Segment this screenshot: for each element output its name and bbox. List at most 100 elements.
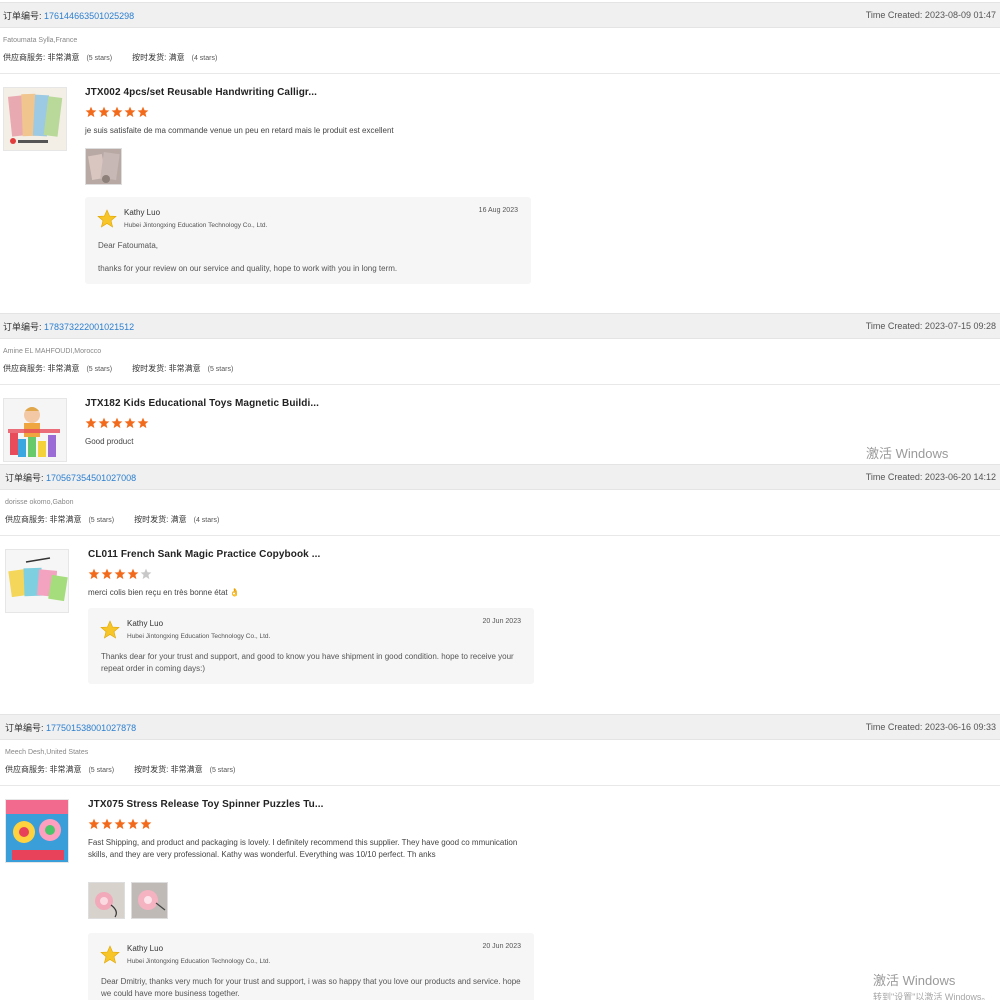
star-filled-icon [111, 417, 123, 429]
star-filled-icon [85, 106, 97, 118]
star-filled-icon [124, 106, 136, 118]
product-title[interactable]: JTX002 4pcs/set Reusable Handwriting Cal… [85, 87, 317, 98]
ratings-row: 供应商服务: 非常满意 (5 stars) 按时发货: 非常满意 (5 star… [5, 764, 1000, 775]
order-number-link[interactable]: 177501538001027878 [46, 723, 136, 733]
product-rating-stars [85, 417, 149, 429]
product-thumbnail[interactable] [3, 87, 67, 151]
order-number-link[interactable]: 178373222001021512 [44, 322, 134, 332]
rating-value: 满意 [170, 515, 187, 524]
reply-author: Kathy Luo [127, 944, 164, 953]
star-empty-icon [140, 568, 152, 580]
rating-label: 供应商服务: [3, 53, 46, 62]
star-filled-icon [127, 818, 139, 830]
order-card: 订单编号: 178373222001021512 Time Created: 2… [0, 313, 1000, 467]
buyer-name: dorisse okomo,Gabon [5, 499, 74, 506]
order-header: 订单编号: 178373222001021512 Time Created: 2… [0, 313, 1000, 339]
time-created: Time Created: 2023-06-16 09:33 [865, 722, 996, 732]
reply-company: Hubei Jintongxing Education Technology C… [127, 633, 271, 640]
star-filled-icon [101, 568, 113, 580]
on-time-delivery-rating: 按时发货: 非常满意 (5 stars) [132, 363, 233, 374]
on-time-delivery-rating: 按时发货: 满意 (4 stars) [134, 514, 219, 525]
product-thumbnail[interactable] [5, 799, 69, 863]
reply-date: 16 Aug 2023 [478, 207, 518, 214]
review-comment: merci colis bien reçu en très bonne état… [88, 588, 240, 597]
supplier-service-rating: 供应商服务: 非常满意 (5 stars) [3, 52, 112, 63]
rating-stars-text: (5 stars) [209, 767, 236, 774]
rating-value: 非常满意 [168, 364, 201, 373]
supplier-reply: Kathy Luo Hubei Jintongxing Education Te… [88, 933, 534, 1000]
product-title[interactable]: CL011 French Sank Magic Practice Copyboo… [88, 549, 320, 560]
watermark-title: 激活 Windows [873, 973, 956, 988]
supplier-service-rating: 供应商服务: 非常满意 (5 stars) [3, 363, 112, 374]
buyer-info: dorisse okomo,Gabon 供应商服务: 非常满意 (5 stars… [0, 490, 1000, 536]
order-no-label: 订单编号: [3, 10, 42, 21]
star-filled-icon [114, 568, 126, 580]
watermark-subtitle: 转到"设置"以激活 Windows。 [866, 463, 983, 465]
rating-label: 供应商服务: [3, 364, 46, 373]
rating-stars-text: (5 stars) [207, 366, 234, 373]
rating-value: 非常满意 [170, 765, 203, 774]
watermark-subtitle: 转到"设置"以激活 Windows。 [873, 992, 991, 1000]
review-photo[interactable] [88, 882, 125, 919]
rating-label: 按时发货: [132, 53, 167, 62]
rating-value: 非常满意 [49, 515, 82, 524]
time-created: Time Created: 2023-06-20 14:12 [865, 472, 996, 482]
reply-date: 20 Jun 2023 [482, 618, 521, 625]
buyer-info: Meech Desh,United States 供应商服务: 非常满意 (5 … [0, 740, 1000, 786]
watermark-title: 激活 Windows [866, 446, 949, 461]
order-no-label: 订单编号: [5, 722, 44, 733]
product-title[interactable]: JTX182 Kids Educational Toys Magnetic Bu… [85, 398, 319, 409]
supplier-reply: Kathy Luo Hubei Jintongxing Education Te… [85, 197, 531, 284]
star-filled-icon [88, 568, 100, 580]
supplier-service-rating: 供应商服务: 非常满意 (5 stars) [5, 514, 114, 525]
reply-greeting: Dear Fatoumata, [98, 241, 159, 250]
windows-activation-watermark: 激活 Windows 转到"设置"以激活 Windows。 [873, 970, 990, 1000]
reply-text: thanks for your review on our service an… [98, 264, 398, 273]
review-photo[interactable] [85, 148, 122, 185]
review-comment: Fast Shipping, and product and packaging… [88, 838, 518, 859]
product-title[interactable]: JTX075 Stress Release Toy Spinner Puzzle… [88, 799, 324, 810]
reply-company: Hubei Jintongxing Education Technology C… [127, 958, 271, 965]
on-time-delivery-rating: 按时发货: 非常满意 (5 stars) [134, 764, 235, 775]
star-filled-icon [114, 818, 126, 830]
star-filled-icon [85, 417, 97, 429]
reply-author: Kathy Luo [127, 619, 164, 628]
rating-value: 满意 [168, 53, 185, 62]
rating-label: 按时发货: [134, 515, 169, 524]
rating-stars-text: (5 stars) [88, 517, 115, 524]
buyer-info: Fatoumata Sylla,France 供应商服务: 非常满意 (5 st… [0, 28, 1000, 74]
product-rating-stars [85, 106, 149, 118]
buyer-name: Amine EL MAHFOUDI,Morocco [3, 348, 102, 355]
order-number-link[interactable]: 176144663501025298 [44, 11, 134, 21]
order-no-label: 订单编号: [5, 472, 44, 483]
review-photo[interactable] [131, 882, 168, 919]
star-filled-icon [101, 818, 113, 830]
rating-value: 非常满意 [47, 364, 80, 373]
on-time-delivery-rating: 按时发货: 满意 (4 stars) [132, 52, 217, 63]
reply-company: Hubei Jintongxing Education Technology C… [124, 222, 268, 229]
ratings-row: 供应商服务: 非常满意 (5 stars) 按时发货: 满意 (4 stars) [3, 52, 1000, 63]
product-thumbnail[interactable] [3, 398, 67, 462]
product-rating-stars [88, 568, 152, 580]
order-number-link[interactable]: 170567354501027008 [46, 473, 136, 483]
product-thumbnail[interactable] [5, 549, 69, 613]
star-filled-icon [98, 106, 110, 118]
order-no-label: 订单编号: [3, 321, 42, 332]
review-comment: je suis satisfaite de ma commande venue … [85, 126, 394, 135]
supplier-avatar [97, 209, 117, 228]
star-filled-icon [111, 106, 123, 118]
rating-value: 非常满意 [49, 765, 82, 774]
star-filled-icon [124, 417, 136, 429]
rating-value: 非常满意 [47, 53, 80, 62]
time-created: Time Created: 2023-08-09 01:47 [865, 10, 996, 20]
product-rating-stars [88, 818, 152, 830]
ratings-row: 供应商服务: 非常满意 (5 stars) 按时发货: 非常满意 (5 star… [3, 363, 1000, 374]
buyer-name: Meech Desh,United States [5, 749, 89, 756]
windows-activation-watermark: 激活 Windows 转到"设置"以激活 Windows。 [866, 443, 983, 465]
supplier-reply: Kathy Luo Hubei Jintongxing Education Te… [88, 608, 534, 684]
star-filled-icon [127, 568, 139, 580]
star-filled-icon [137, 106, 149, 118]
rating-stars-text: (5 stars) [86, 55, 113, 62]
order-card: 订单编号: 177501538001027878 Time Created: 2… [0, 714, 1000, 1000]
rating-stars-text: (5 stars) [88, 767, 115, 774]
